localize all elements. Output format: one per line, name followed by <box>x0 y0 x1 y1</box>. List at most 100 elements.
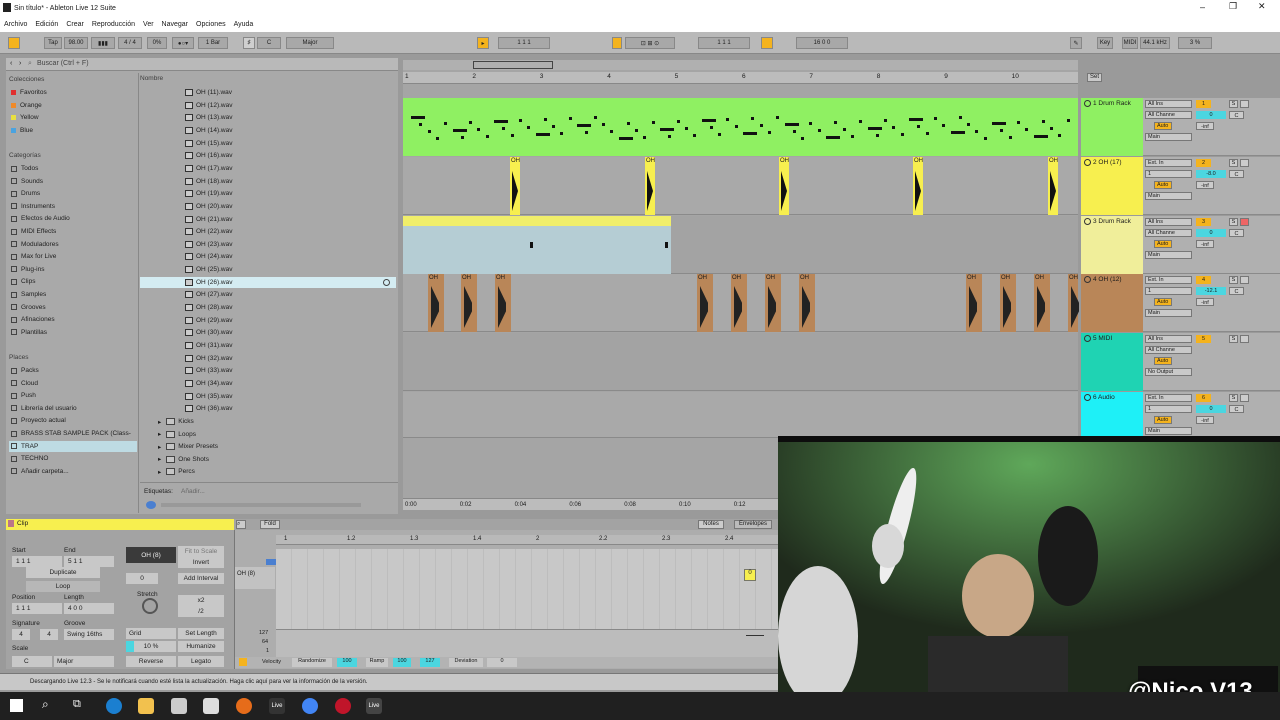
file-item[interactable]: OH (36).wav <box>140 403 396 414</box>
file-item[interactable]: OH (15).wav <box>140 138 396 149</box>
legato-button[interactable]: Legato <box>178 656 224 667</box>
status-bar[interactable]: Descargando Live 12.3 - Se le notificará… <box>0 673 778 690</box>
volume-field[interactable]: -12.1 <box>1196 287 1226 295</box>
fold-track-icon[interactable] <box>1084 218 1091 225</box>
track-activator[interactable]: 4 <box>1196 276 1211 284</box>
velocity-bar[interactable] <box>746 635 764 636</box>
file-item[interactable]: OH (35).wav <box>140 391 396 402</box>
file-item[interactable]: OH (25).wav <box>140 264 396 275</box>
randomize-button[interactable]: Randomize <box>292 658 332 667</box>
track-activator[interactable]: 1 <box>1196 100 1211 108</box>
groove-select[interactable]: Swing 16ths <box>64 629 114 640</box>
quantization-menu[interactable]: 1 Bar <box>198 37 228 49</box>
category-item[interactable]: Efectos de Audio <box>11 213 70 224</box>
track-header[interactable]: 1 Drum Rack <box>1081 98 1143 156</box>
solo-button[interactable]: S <box>1229 394 1238 402</box>
output-select[interactable]: Main <box>1145 192 1192 200</box>
loop-length-field[interactable]: 16 0 0 <box>796 37 848 49</box>
tempo-field[interactable]: 98.00 <box>64 37 88 49</box>
pan-field[interactable]: C <box>1229 405 1244 413</box>
place-item[interactable]: Packs <box>9 365 137 376</box>
track-activator[interactable]: 3 <box>1196 218 1211 226</box>
overview-toggle-icon[interactable] <box>8 37 20 49</box>
preview-icon[interactable] <box>146 501 156 509</box>
arm-button[interactable] <box>1240 276 1249 284</box>
track-lane[interactable] <box>403 392 1078 438</box>
menu-crear[interactable]: Crear <box>66 21 84 28</box>
menu-reproduccion[interactable]: Reproducción <box>92 21 135 28</box>
track-lane[interactable] <box>403 333 1078 391</box>
category-item[interactable]: Grooves <box>11 302 46 313</box>
expand-arrow-icon[interactable]: ▸ <box>158 418 161 426</box>
menu-edicion[interactable]: Edición <box>35 21 58 28</box>
category-item[interactable]: Moduladores <box>11 239 59 250</box>
set-button[interactable]: Set <box>1087 73 1102 82</box>
file-item[interactable]: OH (30).wav <box>140 327 396 338</box>
monitor-auto-button[interactable]: Auto <box>1154 357 1172 365</box>
status-text[interactable]: Descargando Live 12.3 - Se le notificará… <box>30 679 368 685</box>
fold-button[interactable]: Fold <box>260 520 280 529</box>
duplicate-button[interactable]: Duplicate <box>26 567 100 578</box>
solo-button[interactable]: S <box>1229 218 1238 226</box>
menu-navegar[interactable]: Navegar <box>162 21 188 28</box>
set-length-button[interactable]: Set Length <box>178 628 224 639</box>
reverse-button[interactable]: Reverse <box>126 656 176 667</box>
task-view-icon[interactable]: ⧉ <box>73 698 81 711</box>
monitor-auto-button[interactable]: Auto <box>1154 122 1172 130</box>
arm-button[interactable] <box>1240 218 1249 226</box>
end-field[interactable]: 5 1 1 <box>64 556 114 567</box>
file-item[interactable]: OH (34).wav <box>140 378 396 389</box>
pan-field[interactable]: C <box>1229 287 1244 295</box>
file-item[interactable]: OH (11).wav <box>140 87 396 98</box>
send-field[interactable]: -inf <box>1196 298 1214 306</box>
interval-field[interactable]: 0 <box>126 573 158 584</box>
monitor-auto-button[interactable]: Auto <box>1154 416 1172 424</box>
volume-field[interactable]: 0 <box>1196 111 1226 119</box>
expand-arrow-icon[interactable]: ▸ <box>158 443 161 451</box>
ramp-end[interactable]: 127 <box>420 658 440 667</box>
folder-item[interactable]: ▸ Percs <box>158 466 195 477</box>
solo-button[interactable]: S <box>1229 335 1238 343</box>
windows-start-icon[interactable] <box>10 699 23 712</box>
category-item[interactable]: Afinaciones <box>11 314 55 325</box>
folder-item[interactable]: ▸ One Shots <box>158 454 209 465</box>
menu-ver[interactable]: Ver <box>143 21 154 28</box>
send-field[interactable]: -inf <box>1196 416 1214 424</box>
output-select[interactable]: Main <box>1145 251 1192 259</box>
song-position[interactable]: 1 1 1 <box>498 37 550 49</box>
input-channel-select[interactable]: All Channe <box>1145 111 1192 119</box>
randomize-value[interactable]: 100 <box>337 658 357 667</box>
loop-button[interactable]: Loop <box>26 581 100 592</box>
file-item[interactable]: OH (20).wav <box>140 201 396 212</box>
overview-strip[interactable] <box>403 60 1078 70</box>
position-field[interactable]: 1 1 1 <box>12 603 62 614</box>
invert-button[interactable]: Invert <box>178 557 224 568</box>
place-item[interactable]: Añadir carpeta... <box>9 466 137 477</box>
live-active-icon[interactable]: Live <box>366 698 382 714</box>
note-grid[interactable] <box>276 549 778 629</box>
output-select[interactable]: No Output <box>1145 368 1192 376</box>
place-item[interactable]: Push <box>9 390 137 401</box>
media-player-icon[interactable] <box>335 698 351 714</box>
minimize-icon[interactable]: – <box>1200 2 1205 12</box>
track-activator[interactable]: 2 <box>1196 159 1211 167</box>
volume-field[interactable]: -8.0 <box>1196 170 1226 178</box>
arm-button[interactable] <box>1240 159 1249 167</box>
input-channel-select[interactable]: 1 <box>1145 287 1192 295</box>
close-icon[interactable]: ✕ <box>1258 1 1266 12</box>
category-item[interactable]: Max for Live <box>11 251 56 262</box>
scale-name-select[interactable]: Major <box>54 656 114 667</box>
arm-button[interactable] <box>1240 394 1249 402</box>
pan-field[interactable]: C <box>1229 111 1244 119</box>
loop-start-field[interactable]: 1 1 1 <box>698 37 750 49</box>
clip-name-field[interactable]: OH (8) <box>126 547 176 563</box>
category-item[interactable]: Drums <box>11 188 40 199</box>
pan-field[interactable]: C <box>1229 229 1244 237</box>
track-activator[interactable]: 6 <box>1196 394 1211 402</box>
track-header[interactable]: 5 MIDI <box>1081 333 1143 391</box>
halve-button[interactable]: /2 <box>178 606 224 617</box>
zoom-icon[interactable]: ⌕ <box>236 520 246 529</box>
category-item[interactable]: Instruments <box>11 201 55 212</box>
input-type-select[interactable]: All Ins <box>1145 335 1192 343</box>
velocity-lane[interactable] <box>276 629 778 657</box>
